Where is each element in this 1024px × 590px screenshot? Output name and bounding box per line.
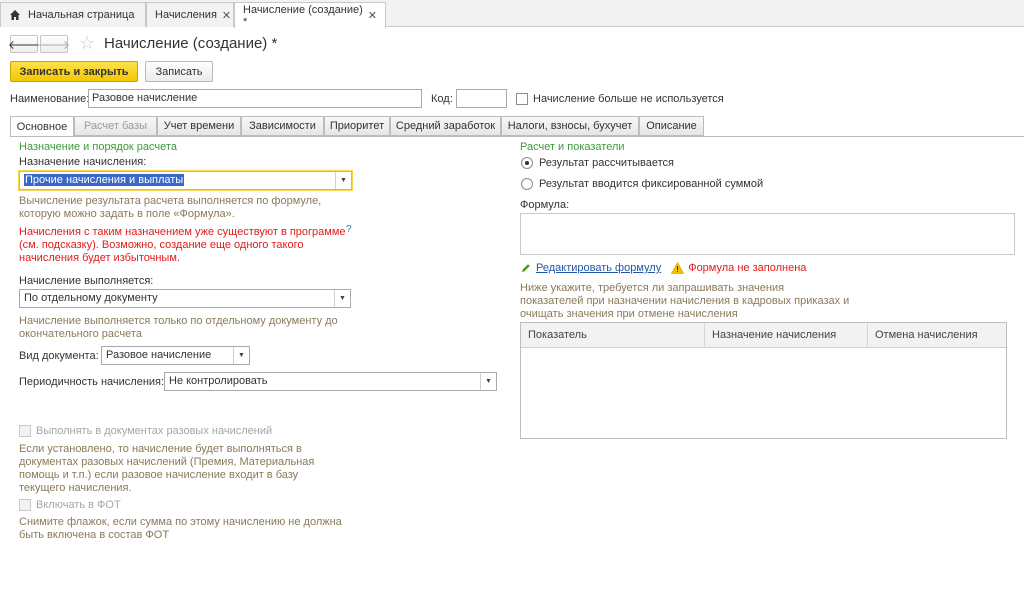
tab-taxes[interactable]: Налоги, взносы, бухучет: [501, 116, 639, 136]
period-label: Периодичность начисления:: [19, 376, 165, 388]
onetime-note-3: помощь и т.п.) если разовое начисление в…: [19, 469, 299, 481]
tab-dependencies[interactable]: Зависимости: [241, 116, 324, 136]
hint-line-1: Ниже укажите, требуется ли запрашивать з…: [520, 282, 785, 294]
chevron-down-icon[interactable]: ▼: [335, 172, 351, 189]
formula-label: Формула:: [520, 199, 570, 211]
tab-accruals-label: Начисления: [155, 9, 217, 21]
doc-type-label: Вид документа:: [19, 350, 99, 362]
chevron-down-icon[interactable]: ▼: [233, 347, 249, 364]
formula-actions: Редактировать формулу Формула не заполне…: [520, 262, 806, 274]
purpose-select[interactable]: Прочие начисления и выплаты ▼: [19, 171, 352, 190]
radio-calculated[interactable]: [521, 157, 533, 169]
warning-line-2: (см. подсказку). Возможно, создание еще …: [19, 239, 304, 251]
tab-description[interactable]: Описание: [639, 116, 704, 136]
tab-accruals[interactable]: Начисления ✕: [146, 2, 234, 27]
name-input[interactable]: Разовое начисление: [88, 89, 422, 108]
chevron-down-icon[interactable]: ▼: [480, 373, 496, 390]
tab-current-label: Начисление (создание) *: [243, 3, 363, 28]
page-title: Начисление (создание) *: [104, 35, 278, 52]
tab-home-label: Начальная страница: [28, 9, 135, 21]
section-title-calc: Расчет и показатели: [520, 141, 625, 153]
star-icon[interactable]: ☆: [79, 33, 95, 54]
radio-fixed[interactable]: [521, 178, 533, 190]
doc-type-value: Разовое начисление: [106, 349, 212, 361]
pencil-icon: [522, 264, 530, 272]
window-tab-bar: Начальная страница Начисления ✕ Начислен…: [0, 0, 1024, 28]
table-header: Показатель Назначение начисления Отмена …: [521, 323, 1006, 348]
hint-line-2: показателей при назначении начисления в …: [520, 295, 850, 307]
warning-line-1: Начисления с таким назначением уже сущес…: [19, 226, 346, 238]
purpose-label: Назначение начисления:: [19, 156, 147, 168]
arrow-right-icon: 🡒: [37, 37, 71, 52]
indicators-table[interactable]: Показатель Назначение начисления Отмена …: [520, 322, 1007, 439]
radio-calculated-label: Результат рассчитывается: [539, 157, 674, 169]
fot-label: Включать в ФОТ: [36, 499, 121, 511]
column-header-assignment[interactable]: Назначение начисления: [705, 323, 868, 347]
back-button[interactable]: 🡐: [7, 35, 41, 53]
tab-time[interactable]: Учет времени: [157, 116, 241, 136]
tab-divider: [10, 136, 1024, 137]
onetime-label: Выполнять в документах разовых начислени…: [36, 425, 273, 437]
chevron-down-icon[interactable]: ▼: [334, 290, 350, 307]
tab-main[interactable]: Основное: [10, 116, 74, 137]
unused-checkbox[interactable]: [516, 93, 528, 105]
fot-note-1: Снимите флажок, если сумма по этому начи…: [19, 516, 342, 528]
tab-avg-earnings[interactable]: Средний заработок: [390, 116, 501, 136]
code-label: Код:: [431, 93, 453, 105]
warning-line-3: начисления будет избыточным.: [19, 252, 180, 264]
close-icon[interactable]: ✕: [222, 9, 231, 22]
exec-label: Начисление выполняется:: [19, 275, 154, 287]
save-close-button[interactable]: Записать и закрыть: [10, 61, 138, 82]
formula-textarea[interactable]: [520, 213, 1015, 255]
unused-label: Начисление больше не используется: [533, 93, 724, 105]
tab-base-calc[interactable]: Расчет базы: [74, 116, 157, 136]
exec-select[interactable]: По отдельному документу ▼: [19, 289, 351, 308]
section-title-purpose: Назначение и порядок расчета: [19, 141, 177, 153]
onetime-note-1: Если установлено, то начисление будет вы…: [19, 443, 302, 455]
fot-note-2: быть включена в состав ФОТ: [19, 529, 170, 541]
home-icon: [10, 10, 20, 20]
help-icon[interactable]: ?: [346, 224, 352, 235]
code-input[interactable]: [456, 89, 507, 108]
tab-current[interactable]: Начисление (создание) * ✕: [234, 2, 386, 28]
purpose-note-1: Вычисление результата расчета выполняетс…: [19, 195, 322, 207]
edit-formula-link[interactable]: Редактировать формулу: [536, 262, 661, 274]
onetime-note-2: документах разовых начислений (Премия, М…: [19, 456, 315, 468]
doc-type-select[interactable]: Разовое начисление ▼: [101, 346, 250, 365]
hint-line-3: очищать значения при отмене начисления: [520, 308, 738, 320]
exec-note-2: окончательного расчета: [19, 328, 142, 340]
period-value: Не контролировать: [169, 375, 268, 387]
formula-warning-text: Формула не заполнена: [688, 262, 807, 274]
column-header-indicator[interactable]: Показатель: [521, 323, 705, 347]
purpose-note-2: которую можно задать в поле «Формула».: [19, 208, 235, 220]
onetime-checkbox[interactable]: [19, 425, 31, 437]
fot-checkbox[interactable]: [19, 499, 31, 511]
arrow-left-icon: 🡐: [7, 37, 41, 52]
period-select[interactable]: Не контролировать ▼: [164, 372, 497, 391]
exec-note-1: Начисление выполняется только по отдельн…: [19, 315, 338, 327]
warning-icon: [671, 262, 685, 274]
tab-home[interactable]: Начальная страница: [0, 2, 146, 27]
column-header-cancel[interactable]: Отмена начисления: [868, 323, 1006, 347]
radio-fixed-label: Результат вводится фиксированной суммой: [539, 178, 764, 190]
tab-priority[interactable]: Приоритет: [324, 116, 390, 136]
purpose-value: Прочие начисления и выплаты: [24, 174, 185, 186]
close-icon[interactable]: ✕: [368, 9, 377, 22]
save-button[interactable]: Записать: [145, 61, 213, 82]
forward-button[interactable]: 🡒: [37, 35, 71, 53]
exec-value: По отдельному документу: [24, 292, 158, 304]
name-label: Наименование:: [10, 93, 90, 105]
onetime-note-4: текущего начисления.: [19, 482, 132, 494]
